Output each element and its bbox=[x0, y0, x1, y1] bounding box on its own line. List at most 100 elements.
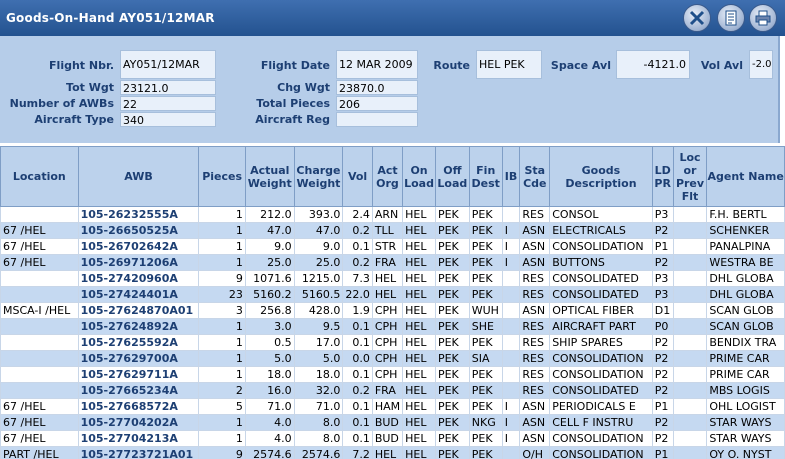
table-cell: ASN bbox=[519, 222, 551, 239]
column-header[interactable]: Agent Name bbox=[706, 146, 785, 207]
total-pieces-field[interactable]: 206 bbox=[336, 96, 418, 111]
space-avl-label: Space Avl bbox=[550, 59, 611, 72]
chg-wgt-field[interactable]: 23870.0 bbox=[336, 80, 418, 95]
list-report-button[interactable] bbox=[717, 4, 745, 32]
table-row[interactable]: 67 /HEL 105-26650525A 1 47.0 47.0 0.2 TLL HEL PE… bbox=[0, 222, 785, 239]
table-cell: MBS LOGIS bbox=[706, 382, 785, 399]
table-cell: 1 bbox=[198, 206, 246, 223]
table-row[interactable]: 67 /HEL 105-26971206A 1 25.0 25.0 0.2 FRA HEL PE… bbox=[0, 254, 785, 271]
table-cell: F.H. BERTL bbox=[706, 206, 785, 223]
table-cell bbox=[0, 206, 79, 223]
table-cell: CPH bbox=[371, 302, 404, 319]
table-cell: PANALPINA bbox=[706, 238, 785, 255]
table-cell bbox=[672, 270, 708, 287]
column-header[interactable]: Goods Description bbox=[549, 146, 653, 207]
aircraft-type-field[interactable]: 340 bbox=[120, 112, 216, 127]
table-cell: 1215.0 bbox=[293, 270, 344, 287]
table-cell: ASN bbox=[519, 430, 551, 447]
table-cell: TLL bbox=[371, 222, 404, 239]
table-cell: BUD bbox=[371, 414, 404, 431]
vol-avl-field[interactable]: -2.0 bbox=[749, 50, 773, 79]
table-row[interactable]: 105-26232555A 1 212.0 393.0 2.4 ARN HEL PEK PEK R… bbox=[0, 206, 785, 223]
table-cell: 3 bbox=[198, 302, 246, 319]
table-row[interactable]: 105-27629711A 1 18.0 18.0 0.1 CPH HEL PEK PEK RES… bbox=[0, 366, 785, 383]
column-header[interactable]: Actual Weight bbox=[244, 146, 295, 207]
table-row[interactable]: 105-27665234A 2 16.0 32.0 0.2 FRA HEL PEK PEK RES… bbox=[0, 382, 785, 399]
table-cell: 105-27629711A bbox=[77, 366, 200, 383]
table-row[interactable]: 67 /HEL 105-27668572A 5 71.0 71.0 0.1 HAM HEL PE… bbox=[0, 398, 785, 415]
table-cell bbox=[501, 382, 521, 399]
table-cell: PEK bbox=[434, 366, 470, 383]
table-row[interactable]: 67 /HEL 105-27704213A 1 4.0 8.0 0.1 BUD HEL PEK P… bbox=[0, 430, 785, 447]
column-header[interactable]: Charge Weight bbox=[293, 146, 344, 207]
column-header[interactable]: On Load bbox=[402, 146, 436, 207]
tot-wgt-field[interactable]: 23121.0 bbox=[120, 80, 216, 95]
table-cell: 67 /HEL bbox=[0, 430, 79, 447]
table-cell: I bbox=[501, 414, 521, 431]
table-cell: P1 bbox=[651, 446, 674, 459]
table-cell: 105-27704202A bbox=[77, 414, 200, 431]
column-header[interactable]: LD PR bbox=[651, 146, 674, 207]
table-cell: ASN bbox=[519, 398, 551, 415]
table-cell: PEK bbox=[434, 318, 470, 335]
column-header[interactable]: Fin Dest bbox=[468, 146, 503, 207]
print-button[interactable] bbox=[749, 4, 777, 32]
table-row[interactable]: 67 /HEL 105-26702642A 1 9.0 9.0 0.1 STR HEL PEK P… bbox=[0, 238, 785, 255]
table-cell: 5 bbox=[198, 398, 246, 415]
table-cell: I bbox=[501, 254, 521, 271]
flight-nbr-field[interactable]: AY051/12MAR bbox=[120, 50, 216, 79]
table-row[interactable]: 105-27629700A 1 5.0 5.0 0.0 CPH HEL PEK SIA RES CO… bbox=[0, 350, 785, 367]
column-header[interactable]: AWB bbox=[77, 146, 200, 207]
grid-header-row: Location AWB Pieces Actual Weight Charge Wei… bbox=[0, 146, 785, 207]
column-header[interactable]: Act Org bbox=[371, 146, 404, 207]
table-cell: P2 bbox=[651, 366, 674, 383]
table-row[interactable]: PART /HEL 105-27723721A01 9 2574.6 2574.6 7.2… bbox=[0, 446, 785, 459]
column-header[interactable]: Vol bbox=[342, 146, 373, 207]
table-row[interactable]: 105-27625592A 1 0.5 17.0 0.1 CPH HEL PEK PEK RES S… bbox=[0, 334, 785, 351]
column-header[interactable]: Pieces bbox=[198, 146, 246, 207]
space-avl-field[interactable]: -4121.0 bbox=[616, 50, 690, 79]
title-bar: Goods-On-Hand AY051/12MAR bbox=[0, 0, 785, 36]
table-cell: PEK bbox=[434, 398, 470, 415]
table-row[interactable]: 67 /HEL 105-27704202A 1 4.0 8.0 0.1 BUD HEL PEK N… bbox=[0, 414, 785, 431]
table-cell: RES bbox=[519, 382, 551, 399]
table-cell: P2 bbox=[651, 382, 674, 399]
table-cell: 1 bbox=[198, 238, 246, 255]
column-header[interactable]: Loc or Prev Flt bbox=[672, 146, 708, 207]
table-cell: CONSOLIDATED bbox=[549, 286, 653, 303]
table-cell: CONSOLIDATION bbox=[549, 430, 653, 447]
table-row[interactable]: 105-27420960A 9 1071.6 1215.0 7.3 HEL HEL PEK PE… bbox=[0, 270, 785, 287]
column-header[interactable]: IB bbox=[501, 146, 521, 207]
table-cell: 67 /HEL bbox=[0, 398, 79, 415]
column-header[interactable]: Sta Cde bbox=[519, 146, 551, 207]
table-cell: 5160.5 bbox=[293, 286, 344, 303]
table-cell: RES bbox=[519, 334, 551, 351]
excel-export-button[interactable] bbox=[683, 4, 711, 32]
table-cell: 5.0 bbox=[293, 350, 344, 367]
table-row[interactable]: 105-27624892A 1 3.0 9.5 0.1 CPH HEL PEK SHE RES AI… bbox=[0, 318, 785, 335]
column-header[interactable]: Off Load bbox=[434, 146, 470, 207]
table-cell: P2 bbox=[651, 430, 674, 447]
table-cell: 1 bbox=[198, 430, 246, 447]
flight-date-field[interactable]: 12 MAR 2009 bbox=[336, 50, 418, 79]
route-field[interactable]: HEL PEK bbox=[476, 50, 542, 79]
tot-wgt-label: Tot Wgt bbox=[66, 81, 114, 94]
table-cell: PEK bbox=[434, 222, 470, 239]
table-cell: CONSOLIDATION bbox=[549, 350, 653, 367]
table-cell: 105-27624870A01 bbox=[77, 302, 200, 319]
table-cell: HEL bbox=[402, 414, 436, 431]
table-row[interactable]: 105-27424401A 23 5160.2 5160.5 22.0 HEL HEL PEK… bbox=[0, 286, 785, 303]
table-cell: 105-26650525A bbox=[77, 222, 200, 239]
table-row[interactable]: MSCA-I /HEL 105-27624870A01 3 256.8 428.0 1.9… bbox=[0, 302, 785, 319]
table-cell: HEL bbox=[371, 270, 404, 287]
table-cell: 3.0 bbox=[244, 318, 295, 335]
number-of-awbs-field[interactable]: 22 bbox=[120, 96, 216, 111]
table-cell: PEK bbox=[468, 286, 503, 303]
table-cell: 1 bbox=[198, 254, 246, 271]
table-cell: ASN bbox=[519, 302, 551, 319]
column-header[interactable]: Location bbox=[0, 146, 79, 207]
table-cell: 0.5 bbox=[244, 334, 295, 351]
table-cell: PEK bbox=[434, 414, 470, 431]
table-cell: SHE bbox=[468, 318, 503, 335]
aircraft-reg-field[interactable] bbox=[336, 112, 418, 127]
